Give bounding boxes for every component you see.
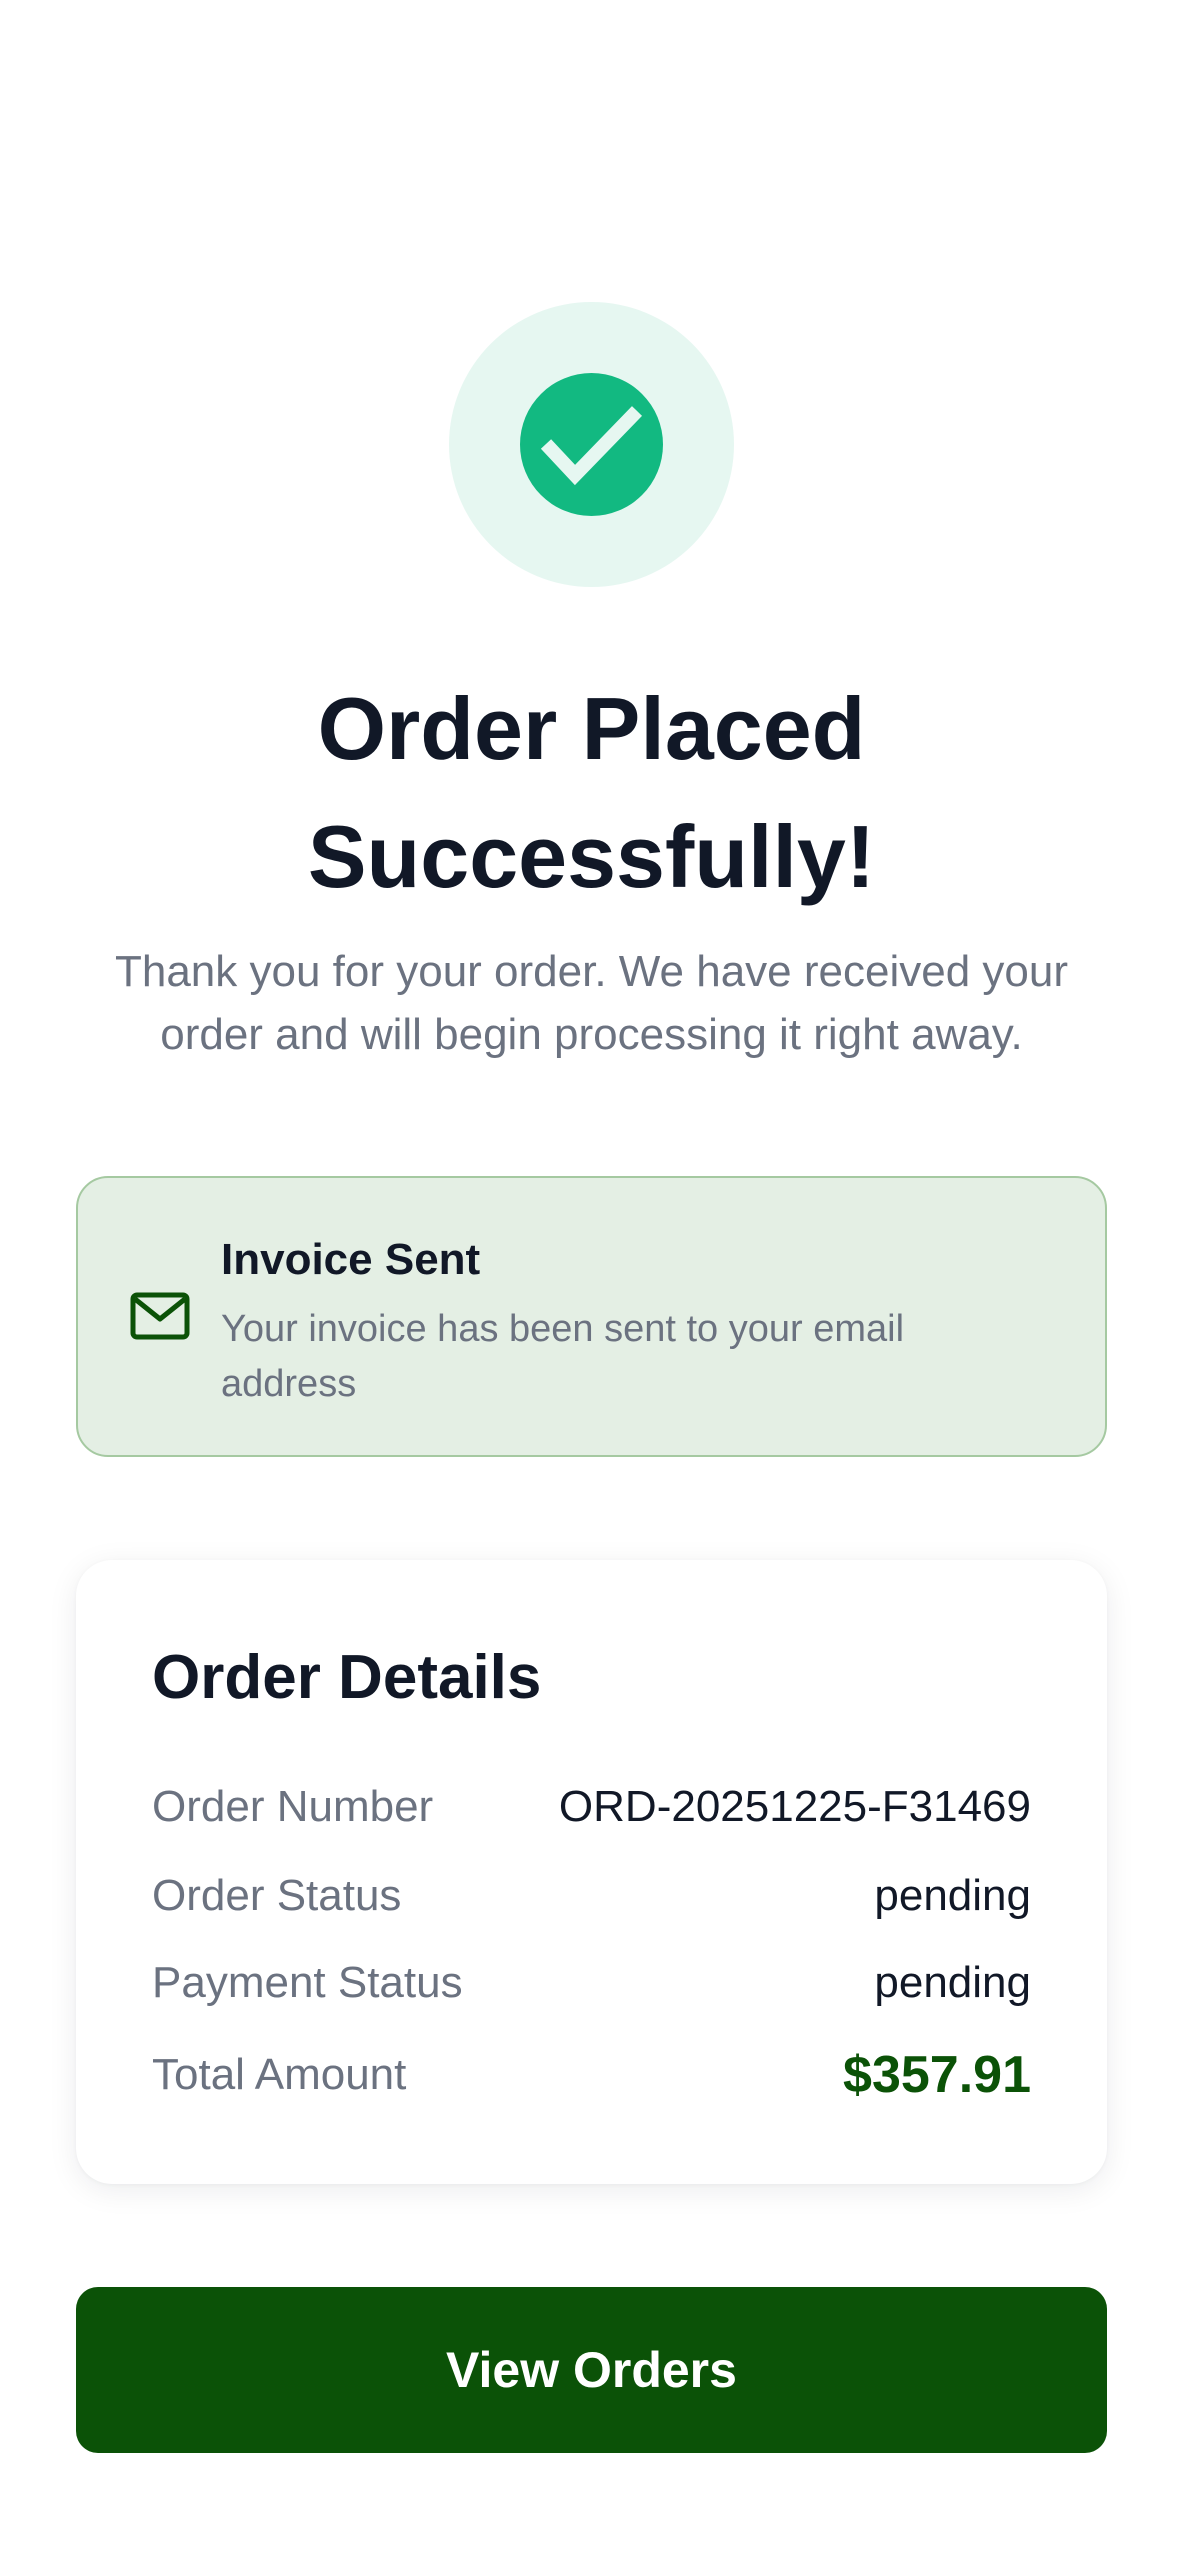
order-status-label: Order Status xyxy=(152,1871,402,1920)
check-circle-icon xyxy=(520,373,663,516)
mail-icon xyxy=(130,1292,190,1340)
order-status-row: Order Status pending xyxy=(152,1866,1031,1926)
payment-status-label: Payment Status xyxy=(152,1958,463,2007)
order-number-label: Order Number xyxy=(152,1782,434,1831)
invoice-title: Invoice Sent xyxy=(221,1235,481,1284)
invoice-sent-banner: Invoice Sent Your invoice has been sent … xyxy=(76,1176,1107,1457)
order-success-screen: Order Placed Successfully! Thank you for… xyxy=(0,0,1183,2560)
invoice-description: Your invoice has been sent to your email… xyxy=(221,1308,905,1405)
payment-status-row: Payment Status pending xyxy=(152,1953,1031,2013)
order-details-card: Order Details Order Number ORD-20251225-… xyxy=(76,1560,1107,2184)
total-amount-label: Total Amount xyxy=(152,2050,407,2099)
check-icon xyxy=(540,406,643,486)
order-status-value: pending xyxy=(874,1871,1031,1920)
order-number-row: Order Number ORD-20251225-F31469 xyxy=(152,1777,1031,1837)
order-number-value: ORD-20251225-F31469 xyxy=(558,1782,1031,1831)
total-amount-value: $357.91 xyxy=(843,2046,1031,2104)
view-orders-button[interactable]: View Orders xyxy=(76,2287,1107,2453)
page-title: Order Placed Successfully! xyxy=(307,679,876,906)
order-details-title: Order Details xyxy=(152,1643,542,1712)
success-icon-ring xyxy=(449,302,734,587)
payment-status-value: pending xyxy=(874,1958,1031,2007)
confirmation-message: Thank you for your order. We have receiv… xyxy=(114,947,1068,1059)
total-amount-row: Total Amount $357.91 xyxy=(152,2045,1031,2105)
